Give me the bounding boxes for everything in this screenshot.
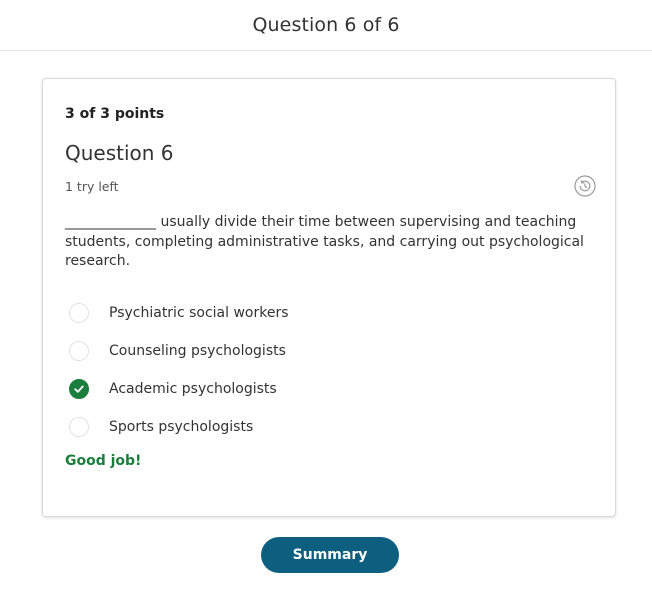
- answer-option[interactable]: Psychiatric social workers: [69, 294, 569, 332]
- answer-options: Psychiatric social workers Counseling ps…: [69, 294, 569, 446]
- feedback-message: Good job!: [65, 453, 142, 469]
- question-card: 3 of 3 points Question 6 1 try left ____…: [42, 78, 616, 517]
- answer-option-label: Academic psychologists: [109, 381, 277, 397]
- summary-button[interactable]: Summary: [261, 537, 399, 573]
- answer-option[interactable]: Academic psychologists: [69, 370, 569, 408]
- question-title: Question 6: [65, 141, 174, 165]
- tries-left: 1 try left: [65, 179, 119, 194]
- answer-option-label: Psychiatric social workers: [109, 305, 289, 321]
- page-header: Question 6 of 6: [0, 0, 652, 51]
- history-icon[interactable]: [574, 175, 596, 197]
- points-score: 3 of 3 points: [65, 106, 165, 122]
- page-title: Question 6 of 6: [252, 14, 400, 36]
- answer-option[interactable]: Sports psychologists: [69, 408, 569, 446]
- question-prompt: _____________ usually divide their time …: [65, 214, 584, 269]
- radio-button[interactable]: [69, 417, 89, 437]
- answer-option-label: Sports psychologists: [109, 419, 254, 435]
- radio-button[interactable]: [69, 341, 89, 361]
- answer-option-label: Counseling psychologists: [109, 343, 286, 359]
- answer-option[interactable]: Counseling psychologists: [69, 332, 569, 370]
- radio-button[interactable]: [69, 303, 89, 323]
- checkmark-icon: [74, 385, 84, 393]
- radio-button-checked[interactable]: [69, 379, 89, 399]
